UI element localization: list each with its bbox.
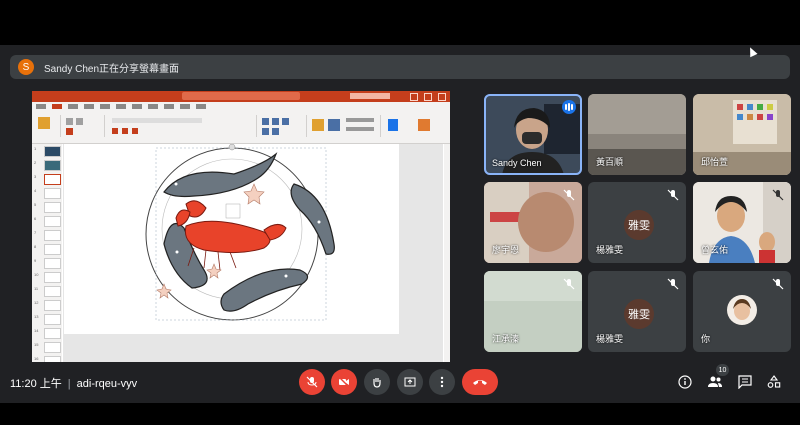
maximize-icon: [424, 93, 432, 101]
camera-toggle-button[interactable]: [331, 369, 357, 395]
mic-off-icon: [772, 189, 784, 201]
participant-tile-self[interactable]: 你: [693, 271, 791, 352]
meeting-code: adi-rqeu-vyv: [76, 378, 138, 390]
participant-name: 曾玄佑: [701, 245, 729, 255]
mic-off-icon: [306, 376, 318, 388]
participant-name: 江承溱: [492, 334, 520, 344]
participant-name: Sandy Chen: [492, 158, 542, 168]
mic-off-icon: [667, 278, 679, 290]
meeting-details-button[interactable]: [676, 373, 694, 391]
editor-scrollbar[interactable]: [444, 144, 450, 389]
shared-screen[interactable]: 1 2 3 4 5 6 7 8 9 10 11 12 13 14 15 16 1…: [32, 91, 450, 401]
mic-off-icon: [563, 278, 575, 290]
participant-tile-7[interactable]: 江承溱: [484, 271, 582, 352]
mic-off-icon: [772, 278, 784, 290]
participant-tile-8[interactable]: 雅雯 楊雅雯: [588, 271, 686, 352]
ppt-ribbon: [32, 111, 450, 144]
more-icon: [440, 376, 444, 388]
ppt-search-box: [182, 92, 300, 100]
participant-tile-sandy[interactable]: Sandy Chen: [484, 94, 582, 175]
slide-canvas[interactable]: [64, 143, 399, 334]
participant-tile-4[interactable]: 廖宇恩: [484, 182, 582, 263]
participant-avatar: 雅雯: [624, 210, 654, 240]
participant-tile-2[interactable]: 黃百順: [588, 94, 686, 175]
slide-thumbnails[interactable]: 1 2 3 4 5 6 7 8 9 10 11 12 13 14 15 16 1…: [32, 144, 62, 389]
speaking-indicator-icon: [562, 100, 576, 114]
close-icon: [438, 93, 446, 101]
participant-name: 廖宇恩: [492, 245, 520, 255]
chat-button[interactable]: [736, 373, 754, 391]
presentation-banner: S Sandy Chen正在分享螢幕畫面: [10, 55, 790, 79]
ppt-user: [350, 93, 390, 99]
participant-name: 黃百順: [596, 157, 624, 167]
presentation-banner-text: Sandy Chen正在分享螢幕畫面: [44, 63, 180, 75]
control-bar: 11:20 上午 | adi-rqeu-vyv 10: [0, 362, 800, 402]
participant-tile-6[interactable]: 曾玄佑: [693, 182, 791, 263]
more-options-button[interactable]: [429, 369, 455, 395]
presenter-avatar: S: [18, 59, 34, 75]
raise-hand-icon: [373, 378, 381, 388]
present-icon: [404, 377, 416, 387]
participant-tile-5[interactable]: 雅雯 楊雅雯: [588, 182, 686, 263]
present-button[interactable]: [397, 369, 423, 395]
meeting-time: 11:20 上午: [10, 378, 62, 390]
participant-name: 邱怡萱: [701, 157, 729, 167]
activities-button[interactable]: [765, 373, 783, 391]
mic-off-icon: [563, 189, 575, 201]
participant-name: 你: [701, 334, 711, 344]
meeting-info: 11:20 上午 | adi-rqeu-vyv: [10, 378, 138, 390]
end-call-button[interactable]: [462, 369, 498, 395]
ppt-titlebar: [32, 91, 450, 102]
meet-window: S Sandy Chen正在分享螢幕畫面 1 2 3 4 5 6 7 8 9 1…: [0, 45, 800, 403]
mic-off-icon: [667, 189, 679, 201]
activities-icon: [767, 375, 781, 388]
end-call-icon: [473, 380, 487, 385]
whale-illustration: [145, 143, 335, 321]
participant-count-badge: 10: [716, 364, 729, 376]
camera-off-icon: [338, 376, 350, 388]
participant-tile-3[interactable]: 邱怡萱: [693, 94, 791, 175]
people-icon: [708, 376, 722, 387]
raise-hand-button[interactable]: [364, 369, 390, 395]
minimize-icon: [410, 93, 418, 101]
chat-icon: [738, 375, 752, 389]
participant-avatar: 雅雯: [624, 299, 654, 329]
info-icon: [678, 375, 692, 389]
participant-name: 楊雅雯: [596, 334, 624, 344]
self-avatar: [727, 295, 757, 325]
mic-toggle-button[interactable]: [299, 369, 325, 395]
participant-name: 楊雅雯: [596, 245, 624, 255]
